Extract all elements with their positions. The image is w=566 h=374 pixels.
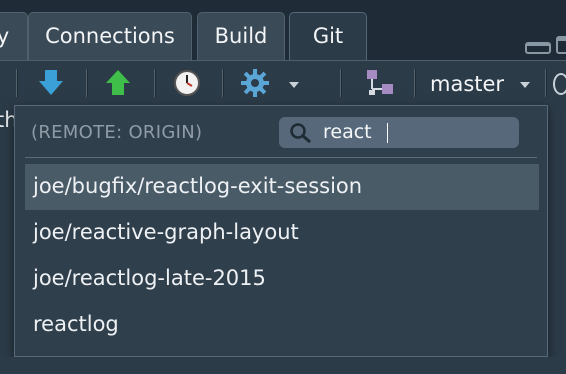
branch-list: joe/bugfix/reactlog-exit-session joe/rea… (25, 164, 539, 348)
tab-label: Connections (45, 24, 175, 48)
refresh-icon[interactable] (553, 73, 566, 95)
search-icon (290, 123, 311, 144)
branch-dropdown: (REMOTE: ORIGIN) joe/bugfix/reactlog-exi… (14, 105, 548, 357)
toolbar-separator (340, 69, 342, 97)
pull-arrow-icon (39, 70, 63, 95)
branch-item[interactable]: joe/bugfix/reactlog-exit-session (25, 164, 539, 210)
new-branch-icon (367, 70, 393, 95)
toolbar-separator (86, 69, 88, 97)
branch-search-input[interactable] (323, 119, 503, 145)
git-toolbar: master (0, 60, 566, 106)
branch-switcher-button[interactable]: master (430, 67, 540, 101)
toolbar-separator (16, 69, 18, 97)
toolbar-separator (414, 69, 416, 97)
chevron-down-icon[interactable] (289, 82, 299, 88)
branch-name: reactlog (33, 312, 119, 336)
branch-name: joe/reactive-graph-layout (33, 220, 299, 244)
push-arrow-icon (106, 70, 130, 95)
new-branch-button[interactable] (362, 67, 396, 99)
history-button[interactable] (170, 67, 204, 99)
pull-button[interactable] (34, 67, 68, 99)
tab-build[interactable]: Build (197, 12, 285, 60)
push-button[interactable] (101, 67, 135, 99)
branch-item[interactable]: reactlog (25, 302, 539, 348)
tab-label: Build (214, 24, 268, 48)
branch-search-box[interactable] (279, 117, 519, 148)
pane-bottom (0, 357, 566, 374)
toolbar-separator (154, 69, 156, 97)
dropdown-divider (25, 157, 537, 158)
background-pane (0, 106, 14, 374)
tab-git[interactable]: Git (289, 12, 367, 60)
chevron-down-icon (520, 82, 530, 88)
tab-label: y (0, 24, 10, 48)
tab-environment-partial[interactable]: y (0, 12, 28, 60)
git-pane: y Connections Build Git master th (REMOT… (0, 0, 566, 374)
toolbar-separator (222, 69, 224, 97)
history-clock-icon (174, 70, 200, 96)
maximize-pane-icon[interactable] (556, 36, 566, 54)
text-cursor (387, 123, 388, 143)
current-branch-label: master (430, 72, 505, 96)
branch-name: joe/reactlog-late-2015 (33, 266, 266, 290)
minimize-pane-icon[interactable] (525, 42, 551, 54)
gear-icon (241, 69, 269, 97)
git-settings-button[interactable] (238, 67, 272, 99)
branch-item[interactable]: joe/reactive-graph-layout (25, 210, 539, 256)
branch-item[interactable]: joe/reactlog-late-2015 (25, 256, 539, 302)
remote-origin-label: (REMOTE: ORIGIN) (31, 122, 203, 143)
pane-tab-bar: y Connections Build Git (0, 0, 566, 60)
toolbar-separator (545, 69, 547, 97)
branch-name: joe/bugfix/reactlog-exit-session (33, 174, 363, 198)
tab-connections[interactable]: Connections (28, 12, 192, 60)
tab-label: Git (312, 24, 344, 48)
